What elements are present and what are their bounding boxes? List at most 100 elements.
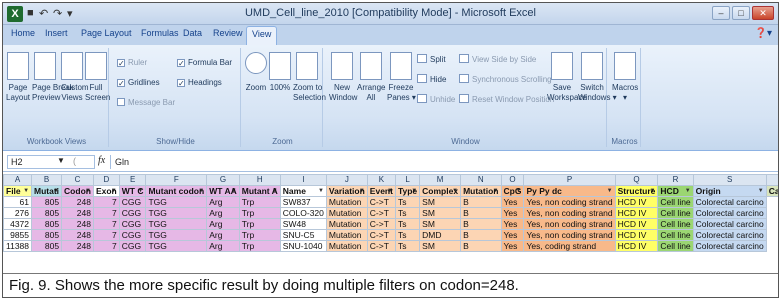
header-cell[interactable]: ▼ CpG (500, 185, 525, 197)
formula-input[interactable]: Gln (110, 155, 774, 169)
table-cell[interactable]: 276 (3, 207, 33, 219)
restore-icon[interactable]: □ (732, 6, 750, 20)
table-cell[interactable]: Ts (394, 218, 421, 230)
table-cell[interactable]: B (460, 207, 502, 219)
table-cell[interactable]: Arg (206, 229, 240, 241)
table-cell[interactable]: Yes, non coding strand (523, 196, 616, 208)
table-cell[interactable]: C->T (366, 218, 396, 230)
table-cell[interactable]: COLO-320 (279, 207, 327, 219)
column-letter-o[interactable]: O (500, 174, 525, 186)
column-letter-n[interactable]: N (460, 174, 502, 186)
table-cell[interactable]: 7 (92, 196, 120, 208)
header-cell[interactable]: ▼ Mutati (31, 185, 63, 197)
table-cell[interactable]: TGG (145, 218, 208, 230)
table-cell[interactable]: C->T (366, 196, 396, 208)
view-side-by-side-button[interactable]: View Side by Side (459, 54, 536, 64)
zoom-button[interactable]: Zoom (245, 52, 267, 93)
table-cell[interactable]: Mutation (325, 229, 368, 241)
table-cell[interactable]: SM (419, 240, 462, 252)
table-cell[interactable]: SM (419, 218, 462, 230)
table-cell[interactable]: 805 (31, 218, 63, 230)
column-letter-a[interactable]: A (3, 174, 33, 186)
macros-button[interactable]: Macros ▾ (612, 52, 638, 103)
header-cell[interactable]: ▼ Event (366, 185, 396, 197)
header-cell[interactable]: ▼ File (3, 185, 33, 197)
page-layout-button[interactable]: Page Layout (6, 52, 30, 103)
table-cell[interactable]: CGG (118, 218, 147, 230)
table-cell[interactable]: Colorectal carcino (692, 196, 767, 208)
tab-insert[interactable]: Insert (45, 28, 68, 38)
column-letter-t[interactable]: T (765, 174, 778, 186)
synchronous-scrolling-button[interactable]: Synchronous Scrolling (459, 74, 552, 84)
table-cell[interactable]: 248 (61, 207, 94, 219)
reset-window-position-button[interactable]: Reset Window Position (459, 94, 554, 104)
table-cell[interactable]: Cell line (657, 240, 694, 252)
header-cell[interactable]: ▼ Py Py dc (523, 185, 616, 197)
table-cell[interactable]: B (460, 196, 502, 208)
table-cell[interactable]: Trp (238, 240, 281, 252)
table-cell[interactable]: 9855 (3, 229, 33, 241)
table-cell[interactable]: Arg (206, 240, 240, 252)
column-letter-d[interactable]: D (92, 174, 120, 186)
zoom-100-button[interactable]: 100% (269, 52, 291, 93)
table-cell[interactable]: Arg (206, 218, 240, 230)
table-cell[interactable]: 7 (92, 218, 120, 230)
header-cell[interactable]: ▼ Mutant codon (145, 185, 208, 197)
filter-dropdown-icon[interactable]: ▼ (685, 187, 691, 196)
table-cell[interactable]: CGG (118, 229, 147, 241)
table-cell[interactable]: HCD IV (614, 229, 659, 241)
table-cell[interactable]: Ts (394, 229, 421, 241)
gridlines-checkbox[interactable]: ✓ Gridlines (117, 78, 160, 88)
header-cell[interactable]: ▼ HCD (657, 185, 694, 197)
table-cell[interactable]: TGG (145, 240, 208, 252)
switch-windows-button[interactable]: Switch Windows ▾ (578, 52, 617, 103)
table-cell[interactable]: Colorectal carcino (692, 240, 767, 252)
header-cell[interactable]: ▼ Variation (325, 185, 368, 197)
table-cell[interactable]: 248 (61, 240, 94, 252)
column-letter-b[interactable]: B (31, 174, 63, 186)
column-letter-k[interactable]: K (366, 174, 396, 186)
column-letter-g[interactable]: G (206, 174, 240, 186)
column-letter-q[interactable]: Q (614, 174, 659, 186)
table-cell[interactable]: CGG (118, 207, 147, 219)
table-cell[interactable]: Mutation (325, 218, 368, 230)
table-cell[interactable]: Yes, non coding strand (523, 229, 616, 241)
header-cell[interactable]: ▼ Exon (92, 185, 120, 197)
table-cell[interactable]: Trp (238, 196, 281, 208)
name-box[interactable]: H2 (7, 155, 95, 169)
table-cell[interactable]: Ts (394, 240, 421, 252)
formula-bar-checkbox[interactable]: ✓ Formula Bar (177, 58, 232, 68)
table-cell[interactable]: Cell line (657, 218, 694, 230)
hide-button[interactable]: Hide (417, 74, 446, 84)
message-bar-checkbox[interactable]: Message Bar (117, 98, 175, 107)
table-cell[interactable]: 7 (92, 207, 120, 219)
table-cell[interactable]: HCD IV (614, 196, 659, 208)
chevron-down-icon[interactable]: ▼ (57, 156, 65, 165)
table-cell[interactable]: Ts (394, 196, 421, 208)
freeze-panes-button[interactable]: Freeze Panes ▾ (387, 52, 416, 103)
help-icon[interactable]: ❓▾ (755, 28, 772, 39)
table-cell[interactable]: 7 (92, 229, 120, 241)
header-cell[interactable]: ▼ Type (394, 185, 421, 197)
zoom-to-selection-button[interactable]: Zoom to Selection (293, 52, 326, 103)
table-cell[interactable]: C->T (366, 240, 396, 252)
table-cell[interactable]: Trp (238, 207, 281, 219)
minimize-icon[interactable]: – (712, 6, 730, 20)
column-letter-e[interactable]: E (118, 174, 147, 186)
close-icon[interactable]: ✕ (752, 6, 774, 20)
column-letter-i[interactable]: I (279, 174, 327, 186)
header-cell[interactable]: ▼ Origin (692, 185, 767, 197)
headings-checkbox[interactable]: ✓ Headings (177, 78, 222, 88)
table-cell[interactable]: SNU-C5 (279, 229, 327, 241)
table-cell[interactable]: Colorectal carcino (692, 229, 767, 241)
table-cell[interactable]: Yes (500, 196, 525, 208)
table-cell[interactable]: SM (419, 207, 462, 219)
table-cell[interactable]: Yes, non coding strand (523, 218, 616, 230)
table-cell[interactable]: B (460, 218, 502, 230)
table-cell[interactable]: Yes (500, 240, 525, 252)
table-cell[interactable]: 248 (61, 218, 94, 230)
header-cell[interactable]: ▼ Codon (61, 185, 94, 197)
table-cell[interactable]: C->T (366, 207, 396, 219)
full-screen-button[interactable]: Full Screen (85, 52, 110, 103)
table-cell[interactable]: Cell line (657, 229, 694, 241)
